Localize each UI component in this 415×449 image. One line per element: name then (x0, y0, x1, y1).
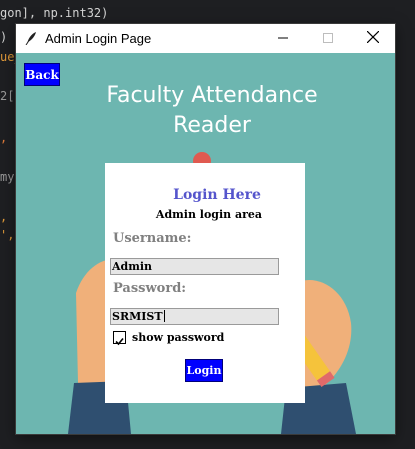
checkmark-icon (114, 332, 125, 351)
login-subtitle: Admin login area (155, 208, 263, 221)
show-password-row[interactable]: show password (113, 331, 225, 346)
minimize-button[interactable] (260, 24, 305, 53)
login-button[interactable]: Login (185, 359, 223, 382)
show-password-label: show password (132, 331, 225, 344)
login-window: Admin Login Page Back Faculty Attendance… (16, 24, 395, 434)
close-button[interactable] (350, 24, 395, 53)
password-value: SRMIST (112, 310, 163, 323)
app-content: Back Faculty Attendance Reader Login Her… (16, 53, 395, 434)
maximize-button[interactable] (305, 24, 350, 53)
editor-line: ', (0, 228, 15, 242)
close-icon (366, 30, 379, 46)
username-field[interactable]: Admin (110, 258, 279, 275)
title-bar[interactable]: Admin Login Page (16, 24, 395, 53)
feather-icon (24, 31, 38, 46)
password-field[interactable]: SRMIST (110, 308, 279, 325)
window-title: Admin Login Page (45, 31, 152, 46)
maximize-icon (322, 31, 333, 46)
heading-line-2: Reader (173, 113, 251, 138)
heading-line-1: Faculty Attendance (106, 83, 318, 108)
editor-line: ) (0, 30, 8, 44)
username-value: Admin (112, 260, 153, 273)
username-label: Username: (113, 231, 192, 246)
editor-line: gon], np.int32) (0, 6, 109, 20)
password-label: Password: (113, 281, 187, 296)
text-caret (163, 310, 165, 322)
login-title: Login Here (173, 187, 261, 203)
show-password-checkbox[interactable] (113, 331, 126, 346)
back-button[interactable]: Back (24, 63, 60, 86)
app-heading: Faculty Attendance Reader (92, 81, 332, 141)
login-card: Login Here Admin login area Username: Ad… (105, 163, 305, 403)
minimize-icon (277, 31, 288, 46)
